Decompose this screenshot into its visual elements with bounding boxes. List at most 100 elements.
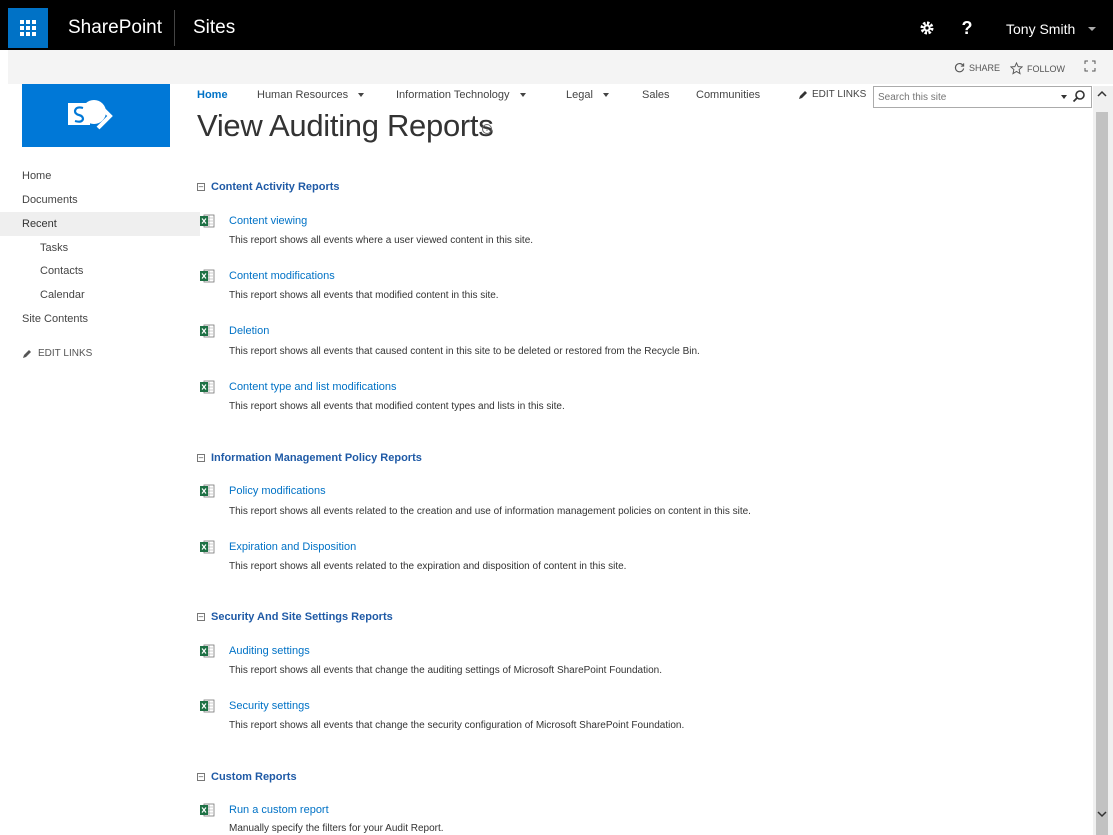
action-bar: SHARE FOLLOW	[8, 50, 1113, 84]
report-link-security-settings[interactable]: Security settings	[229, 700, 310, 712]
report-link-auditing-settings[interactable]: Auditing settings	[229, 645, 310, 657]
report-description: This report shows all events that modifi…	[229, 401, 565, 412]
topnav-communities[interactable]: Communities	[696, 89, 760, 101]
report-link-run-custom-report[interactable]: Run a custom report	[229, 804, 329, 816]
chevron-up-icon	[1097, 90, 1107, 97]
section-heading: Custom Reports	[211, 771, 297, 783]
excel-report-icon	[200, 484, 215, 498]
collapse-minus-icon: –	[197, 453, 205, 462]
suite-divider	[174, 10, 175, 46]
sites-link[interactable]: Sites	[193, 17, 235, 39]
excel-report-icon	[200, 644, 215, 658]
collapse-minus-icon: –	[197, 612, 205, 621]
report-description: This report shows all events related to …	[229, 561, 627, 572]
app-launcher-button[interactable]	[8, 8, 48, 48]
vertical-scrollbar[interactable]	[1093, 86, 1113, 835]
excel-report-icon	[200, 699, 215, 713]
report-description: This report shows all events that change…	[229, 720, 685, 731]
user-menu[interactable]: Tony Smith	[1006, 21, 1075, 37]
pencil-icon	[799, 90, 807, 99]
nav-item-recent[interactable]: Recent	[0, 212, 200, 236]
search-input[interactable]	[873, 86, 1092, 108]
pencil-icon	[23, 349, 31, 358]
topnav-home-label: Home	[197, 89, 228, 101]
section-heading: Content Activity Reports	[211, 181, 340, 193]
section-content-activity[interactable]: – Content Activity Reports	[197, 181, 340, 193]
scroll-down-button[interactable]	[1097, 810, 1107, 821]
nav-item-home[interactable]: Home	[22, 170, 51, 182]
section-custom-reports[interactable]: – Custom Reports	[197, 771, 297, 783]
nav-item-tasks[interactable]: Tasks	[40, 242, 68, 254]
topnav-human-resources-label: Human Resources	[257, 89, 349, 101]
sync-icon	[954, 63, 965, 73]
report-link-policy-modifications[interactable]: Policy modifications	[229, 485, 326, 497]
section-heading: Information Management Policy Reports	[211, 452, 422, 464]
caret-down-icon	[602, 93, 609, 97]
report-description: This report shows all events that change…	[229, 665, 663, 676]
scroll-up-button[interactable]	[1097, 90, 1107, 101]
follow-label: FOLLOW	[1027, 63, 1066, 74]
topnav-information-technology-label: Information Technology	[396, 89, 510, 101]
magnifier-icon	[1072, 90, 1085, 103]
report-description: Manually specify the filters for your Au…	[229, 823, 444, 834]
top-edit-links-label: EDIT LINKS	[812, 89, 867, 100]
topnav-information-technology[interactable]: Information Technology	[396, 89, 526, 101]
top-edit-links-button[interactable]: EDIT LINKS	[798, 89, 866, 100]
search-scope-dropdown[interactable]	[1061, 95, 1067, 99]
topnav-human-resources[interactable]: Human Resources	[257, 89, 365, 101]
star-icon	[1010, 62, 1023, 75]
section-information-management-policy[interactable]: – Information Management Policy Reports	[197, 452, 422, 464]
help-button[interactable]: ?	[949, 10, 985, 46]
topnav-home[interactable]: Home	[197, 89, 228, 101]
focus-mode-icon	[1084, 60, 1096, 72]
report-link-content-type-list-modifications[interactable]: Content type and list modifications	[229, 381, 397, 393]
report-description: This report shows all events where a use…	[229, 235, 534, 246]
info-icon[interactable]: i	[482, 124, 492, 134]
share-label: SHARE	[969, 62, 1001, 73]
topnav-communities-label: Communities	[696, 89, 761, 101]
excel-report-icon	[200, 214, 215, 228]
share-button[interactable]: SHARE	[954, 62, 1000, 73]
sharepoint-logo-icon	[68, 100, 113, 130]
search-button[interactable]	[1072, 89, 1088, 105]
excel-report-icon	[200, 324, 215, 338]
report-link-expiration-disposition[interactable]: Expiration and Disposition	[229, 541, 356, 553]
report-description: This report shows all events related to …	[229, 506, 751, 517]
excel-report-icon	[200, 380, 215, 394]
site-logo[interactable]	[22, 84, 170, 147]
collapse-minus-icon: –	[197, 772, 205, 781]
chevron-down-icon	[1097, 811, 1107, 818]
collapse-minus-icon: –	[197, 182, 205, 191]
topnav-sales-label: Sales	[642, 89, 670, 101]
excel-report-icon	[200, 803, 215, 817]
section-security-site-settings[interactable]: – Security And Site Settings Reports	[197, 611, 393, 623]
excel-report-icon	[200, 540, 215, 554]
settings-button[interactable]	[909, 10, 945, 46]
nav-item-calendar[interactable]: Calendar	[40, 289, 85, 301]
nav-item-contacts[interactable]: Contacts	[40, 265, 83, 277]
caret-down-icon	[519, 93, 526, 97]
report-description: This report shows all events that caused…	[229, 346, 700, 357]
brand-link[interactable]: SharePoint	[68, 17, 162, 39]
nav-item-documents[interactable]: Documents	[22, 194, 78, 206]
report-link-content-modifications[interactable]: Content modifications	[229, 270, 335, 282]
topnav-legal-label: Legal	[566, 89, 593, 101]
left-edit-links-label: EDIT LINKS	[38, 348, 93, 359]
excel-report-icon	[200, 269, 215, 283]
section-heading: Security And Site Settings Reports	[211, 611, 393, 623]
caret-down-icon	[358, 93, 365, 97]
gear-icon	[920, 21, 934, 35]
report-link-content-viewing[interactable]: Content viewing	[229, 215, 307, 227]
page-title: View Auditing Reports	[197, 108, 494, 143]
chevron-down-icon[interactable]	[1088, 27, 1096, 31]
left-edit-links-button[interactable]: EDIT LINKS	[22, 348, 92, 359]
nav-item-site-contents[interactable]: Site Contents	[22, 313, 88, 325]
waffle-icon	[20, 20, 36, 36]
topnav-sales[interactable]: Sales	[642, 89, 670, 101]
suite-bar: SharePoint Sites ? Tony Smith	[0, 0, 1113, 50]
scroll-thumb[interactable]	[1096, 112, 1108, 835]
report-link-deletion[interactable]: Deletion	[229, 325, 269, 337]
focus-button[interactable]	[1084, 60, 1096, 72]
follow-button[interactable]: FOLLOW	[1010, 62, 1065, 75]
topnav-legal[interactable]: Legal	[566, 89, 609, 101]
